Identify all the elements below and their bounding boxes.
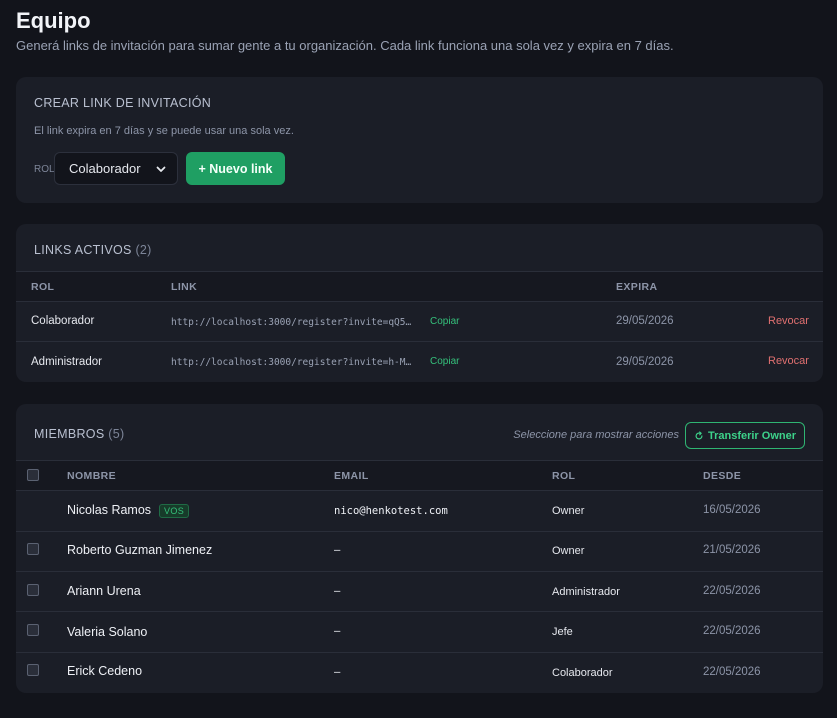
- member-role: Colaborador: [552, 667, 613, 679]
- members-header-since: DESDE: [703, 470, 742, 482]
- transfer-owner-label: Transferir Owner: [707, 429, 797, 442]
- member-since: 21/05/2026: [703, 544, 761, 556]
- link-expires: 29/05/2026: [616, 356, 674, 368]
- invite-link-url: http://localhost:3000/register?invite=h-…: [171, 357, 412, 368]
- revoke-link-button[interactable]: Revocar: [768, 355, 809, 367]
- members-title: MIEMBROS (5): [34, 427, 124, 441]
- page-title: Equipo: [16, 8, 91, 33]
- link-role: Colaborador: [31, 315, 95, 327]
- links-header-expires: EXPIRA: [616, 281, 658, 293]
- revoke-link-button[interactable]: Revocar: [768, 315, 809, 327]
- link-expires: 29/05/2026: [616, 315, 674, 327]
- copy-link-button[interactable]: Copiar: [430, 316, 459, 327]
- member-row: Ariann Urena – Administrador 22/05/2026: [16, 572, 823, 612]
- member-row: Nicolas Ramos VOS nico@henkotest.com Own…: [16, 491, 823, 532]
- member-row: Erick Cedeno – Colaborador 22/05/2026: [16, 653, 823, 693]
- link-role: Administrador: [31, 356, 102, 368]
- member-checkbox[interactable]: [27, 664, 39, 676]
- new-link-button[interactable]: + Nuevo link: [186, 152, 285, 185]
- role-select[interactable]: Colaborador: [54, 152, 178, 185]
- member-checkbox[interactable]: [27, 624, 39, 636]
- members-count: (5): [108, 427, 125, 441]
- role-label: ROL: [34, 164, 55, 175]
- members-card: MIEMBROS (5) Seleccione para mostrar acc…: [16, 404, 823, 693]
- member-since: 22/05/2026: [703, 625, 761, 637]
- member-since: 16/05/2026: [703, 504, 761, 516]
- you-badge: VOS: [159, 504, 190, 518]
- copy-link-button[interactable]: Copiar: [430, 356, 459, 367]
- active-links-title: LINKS ACTIVOS (2): [34, 243, 152, 257]
- member-row: Roberto Guzman Jimenez – Owner 21/05/202…: [16, 532, 823, 572]
- link-row: Administrador http://localhost:3000/regi…: [16, 342, 823, 382]
- members-table-header: NOMBRE EMAIL ROL DESDE: [16, 460, 823, 491]
- member-role: Administrador: [552, 586, 620, 598]
- member-email: –: [334, 585, 341, 597]
- members-header-name: NOMBRE: [67, 470, 117, 482]
- role-select-value: Colaborador: [69, 161, 141, 176]
- member-name: Nicolas Ramos: [67, 503, 152, 517]
- member-since: 22/05/2026: [703, 585, 761, 597]
- member-since: 22/05/2026: [703, 666, 761, 678]
- selection-hint: Seleccione para mostrar acciones: [513, 429, 679, 441]
- chevron-down-icon: [156, 166, 166, 172]
- member-name: Valeria Solano: [67, 625, 148, 639]
- link-row: Colaborador http://localhost:3000/regist…: [16, 302, 823, 342]
- active-links-title-text: LINKS ACTIVOS: [34, 243, 132, 257]
- links-header-role: ROL: [31, 281, 55, 293]
- member-name: Roberto Guzman Jimenez: [67, 543, 213, 557]
- member-email: –: [334, 666, 341, 678]
- page-subtitle: Generá links de invitación para sumar ge…: [16, 38, 674, 53]
- select-all-checkbox[interactable]: [27, 469, 39, 481]
- members-title-text: MIEMBROS: [34, 427, 105, 441]
- create-invite-card: CREAR LINK DE INVITACIÓN El link expira …: [16, 77, 823, 203]
- member-checkbox[interactable]: [27, 584, 39, 596]
- refresh-icon: [695, 430, 703, 439]
- member-email: nico@henkotest.com: [334, 505, 448, 517]
- links-table-header: ROL LINK EXPIRA: [16, 271, 823, 302]
- create-invite-help: El link expira en 7 días y se puede usar…: [34, 125, 294, 137]
- member-role: Jefe: [552, 626, 573, 638]
- member-email: –: [334, 544, 341, 556]
- invite-link-url: http://localhost:3000/register?invite=qQ…: [171, 317, 412, 328]
- member-name: Erick Cedeno: [67, 664, 143, 678]
- member-role: Owner: [552, 545, 585, 557]
- create-invite-title: CREAR LINK DE INVITACIÓN: [34, 96, 212, 110]
- links-header-link: LINK: [171, 281, 198, 293]
- member-checkbox[interactable]: [27, 543, 39, 555]
- members-header-email: EMAIL: [334, 470, 369, 482]
- member-role: Owner: [552, 505, 585, 517]
- active-links-card: LINKS ACTIVOS (2) ROL LINK EXPIRA Colabo…: [16, 224, 823, 382]
- member-row: Valeria Solano – Jefe 22/05/2026: [16, 612, 823, 653]
- members-header-role: ROL: [552, 470, 576, 482]
- active-links-count: (2): [135, 243, 152, 257]
- transfer-owner-button[interactable]: Transferir Owner: [685, 422, 805, 449]
- member-email: –: [334, 625, 341, 637]
- member-name: Ariann Urena: [67, 584, 141, 598]
